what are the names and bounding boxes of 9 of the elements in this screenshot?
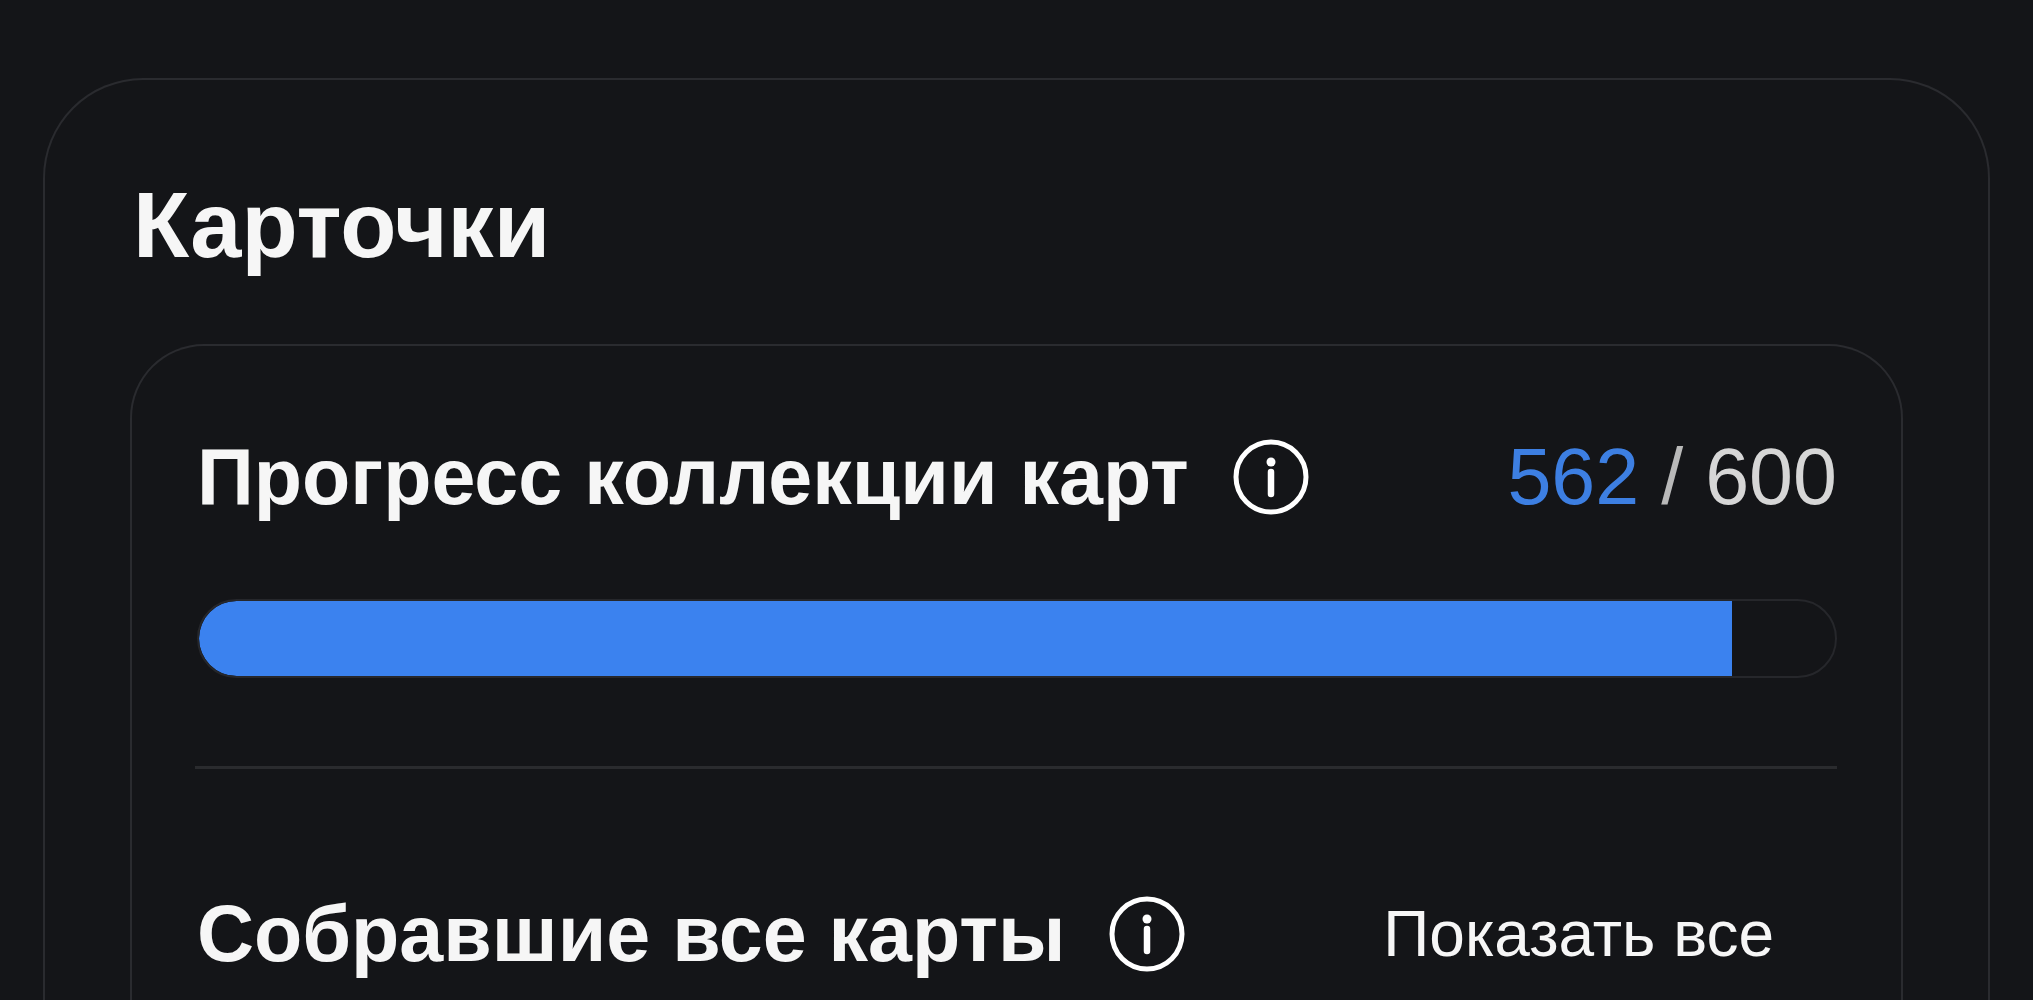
- total-count: 600: [1705, 431, 1837, 523]
- section-title: Карточки: [133, 173, 552, 278]
- completed-label: Собравшие все карты: [197, 888, 1066, 980]
- progress-label: Прогресс коллекции карт: [197, 431, 1189, 523]
- show-all-button[interactable]: Показать все: [1383, 897, 1774, 971]
- info-icon[interactable]: [1109, 896, 1186, 972]
- count-separator: /: [1661, 431, 1684, 523]
- info-icon[interactable]: [1232, 439, 1309, 515]
- collected-count: 562: [1507, 431, 1640, 523]
